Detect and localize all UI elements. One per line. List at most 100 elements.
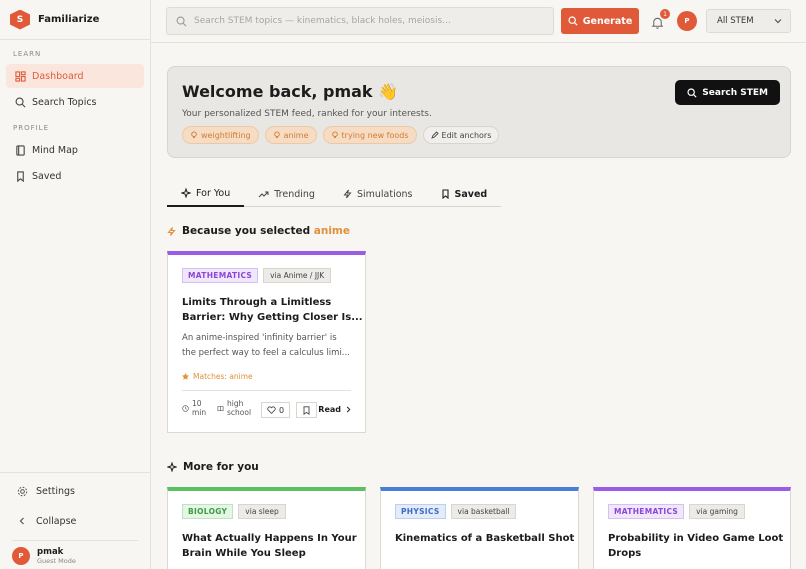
like-button[interactable]: 0: [261, 402, 291, 418]
topic-card[interactable]: MATHEMATICS via gaming Probability in Vi…: [593, 487, 791, 569]
bookmark-icon: [14, 170, 26, 182]
card-description: An anime-inspired 'infinity barrier' is …: [182, 331, 350, 361]
settings-button[interactable]: Settings: [0, 479, 150, 503]
card-title-line: Probability in Video Game Loot: [608, 533, 784, 544]
card-divider: [182, 390, 351, 391]
tab-label: Trending: [274, 188, 315, 200]
search-input[interactable]: [194, 16, 544, 26]
brand[interactable]: S Familiarize: [0, 0, 150, 40]
tab-for-you[interactable]: For You: [167, 181, 245, 207]
edit-anchors-label: Edit anchors: [441, 130, 492, 140]
collapse-label: Collapse: [36, 515, 77, 527]
topic-card[interactable]: MATHEMATICS via Anime / JJK Limits Throu…: [167, 251, 366, 433]
bookmark-icon: [441, 189, 450, 199]
tab-saved[interactable]: Saved: [427, 181, 502, 207]
sidebar-item-dashboard[interactable]: Dashboard: [6, 64, 144, 88]
anchor-label: anime: [283, 130, 309, 140]
collapse-button[interactable]: Collapse: [0, 509, 150, 533]
tab-simulations[interactable]: Simulations: [329, 181, 427, 207]
anchor-label: weightlifting: [201, 130, 251, 140]
read-time: 10 min: [182, 399, 206, 417]
search-stem-button[interactable]: Search STEM: [675, 80, 780, 105]
profile-section-label: PROFILE: [13, 124, 50, 132]
card-title: Probability in Video Game Loot Drops: [608, 531, 783, 561]
card-title: Kinematics of a Basketball Shot: [395, 531, 574, 546]
more-heading: More for you: [167, 461, 259, 473]
search-box[interactable]: [166, 7, 554, 35]
chevron-right-icon: [345, 406, 351, 413]
chevron-down-icon: [774, 17, 782, 28]
welcome-banner: Welcome back, pmak 👋 Your personalized S…: [167, 66, 791, 158]
trending-icon: [258, 189, 269, 199]
feed-tabs: For You Trending Simulations Saved: [167, 181, 502, 207]
chevron-left-icon: [16, 517, 28, 525]
gear-icon: [16, 486, 28, 497]
settings-label: Settings: [36, 485, 75, 497]
sparkle-icon: [181, 188, 191, 198]
star-icon: [182, 373, 189, 380]
bolt-icon: [167, 226, 176, 237]
card-title-line: Brain While You Sleep: [182, 548, 306, 559]
card-title: Limits Through a Limitless Barrier: Why …: [182, 295, 363, 325]
anchor-chips: weightlifting anime trying new foods Edi…: [182, 126, 500, 144]
edit-anchors-button[interactable]: Edit anchors: [422, 126, 500, 144]
via-badge: via sleep: [238, 504, 286, 519]
read-label: Read: [318, 405, 341, 414]
dashboard-icon: [14, 70, 26, 82]
avatar[interactable]: P: [677, 11, 697, 31]
anchor-chip[interactable]: weightlifting: [182, 126, 259, 144]
match-text: Matches: anime: [193, 372, 253, 381]
level-line: school: [227, 408, 252, 417]
sidebar-item-label: Dashboard: [32, 70, 84, 82]
bookmark-button[interactable]: [296, 402, 317, 418]
main-content: Welcome back, pmak 👋 Your personalized S…: [151, 43, 806, 569]
because-anchor: anime: [313, 225, 350, 237]
user-profile[interactable]: P pmak Guest Mode: [12, 540, 138, 565]
lightbulb-icon: [273, 131, 281, 139]
card-title-line: Kinematics of a Basketball Shot: [395, 533, 575, 544]
read-time-value: 10: [192, 399, 202, 408]
search-icon: [687, 87, 697, 98]
card-desc-line: the perfect way to feel a calculus limi.…: [182, 348, 350, 358]
card-title: What Actually Happens In Your Brain Whil…: [182, 531, 357, 561]
read-button[interactable]: Read: [318, 405, 351, 414]
card-desc-line: An anime-inspired 'infinity barrier' is: [182, 333, 337, 343]
lightbulb-icon: [331, 131, 339, 139]
bookmark-icon: [303, 405, 310, 415]
brand-name: Familiarize: [38, 14, 100, 25]
sidebar-item-label: Saved: [32, 170, 62, 182]
level: high school: [217, 399, 251, 417]
filter-value: All STEM: [717, 16, 754, 26]
via-badge: via gaming: [689, 504, 745, 519]
anchor-chip[interactable]: trying new foods: [322, 126, 417, 144]
via-badge: via basketball: [450, 504, 517, 519]
lightbulb-icon: [190, 131, 198, 139]
like-count: 0: [279, 405, 285, 415]
tab-label: Saved: [454, 188, 488, 200]
welcome-subtitle: Your personalized STEM feed, ranked for …: [182, 109, 432, 119]
sidebar-item-search-topics[interactable]: Search Topics: [6, 90, 144, 114]
topic-card[interactable]: BIOLOGY via sleep What Actually Happens …: [167, 487, 366, 569]
subject-filter-select[interactable]: All STEM: [706, 9, 791, 33]
more-heading-label: More for you: [183, 461, 259, 473]
subject-badge: PHYSICS: [395, 504, 446, 519]
search-stem-label: Search STEM: [702, 87, 768, 98]
level-line: high: [227, 399, 244, 408]
clock-icon: [182, 404, 189, 412]
pencil-icon: [430, 131, 439, 139]
top-bar: Generate 1 P All STEM: [151, 0, 806, 43]
anchor-label: trying new foods: [341, 130, 409, 140]
because-prefix: Because you selected: [182, 225, 311, 237]
generate-button[interactable]: Generate: [561, 8, 639, 34]
bolt-icon: [343, 189, 352, 199]
topic-card[interactable]: PHYSICS via basketball Kinematics of a B…: [380, 487, 579, 569]
book-icon: [217, 405, 224, 412]
subject-badge: MATHEMATICS: [608, 504, 685, 519]
read-time-unit: min: [192, 408, 207, 417]
sidebar-item-mind-map[interactable]: Mind Map: [6, 138, 144, 162]
sidebar-item-saved[interactable]: Saved: [6, 164, 144, 188]
sidebar: S Familiarize LEARN Dashboard Search Top…: [0, 0, 151, 569]
anchor-chip[interactable]: anime: [264, 126, 317, 144]
sidebar-bottom: Settings Collapse P pmak Guest Mode: [0, 472, 150, 569]
tab-trending[interactable]: Trending: [244, 181, 329, 207]
